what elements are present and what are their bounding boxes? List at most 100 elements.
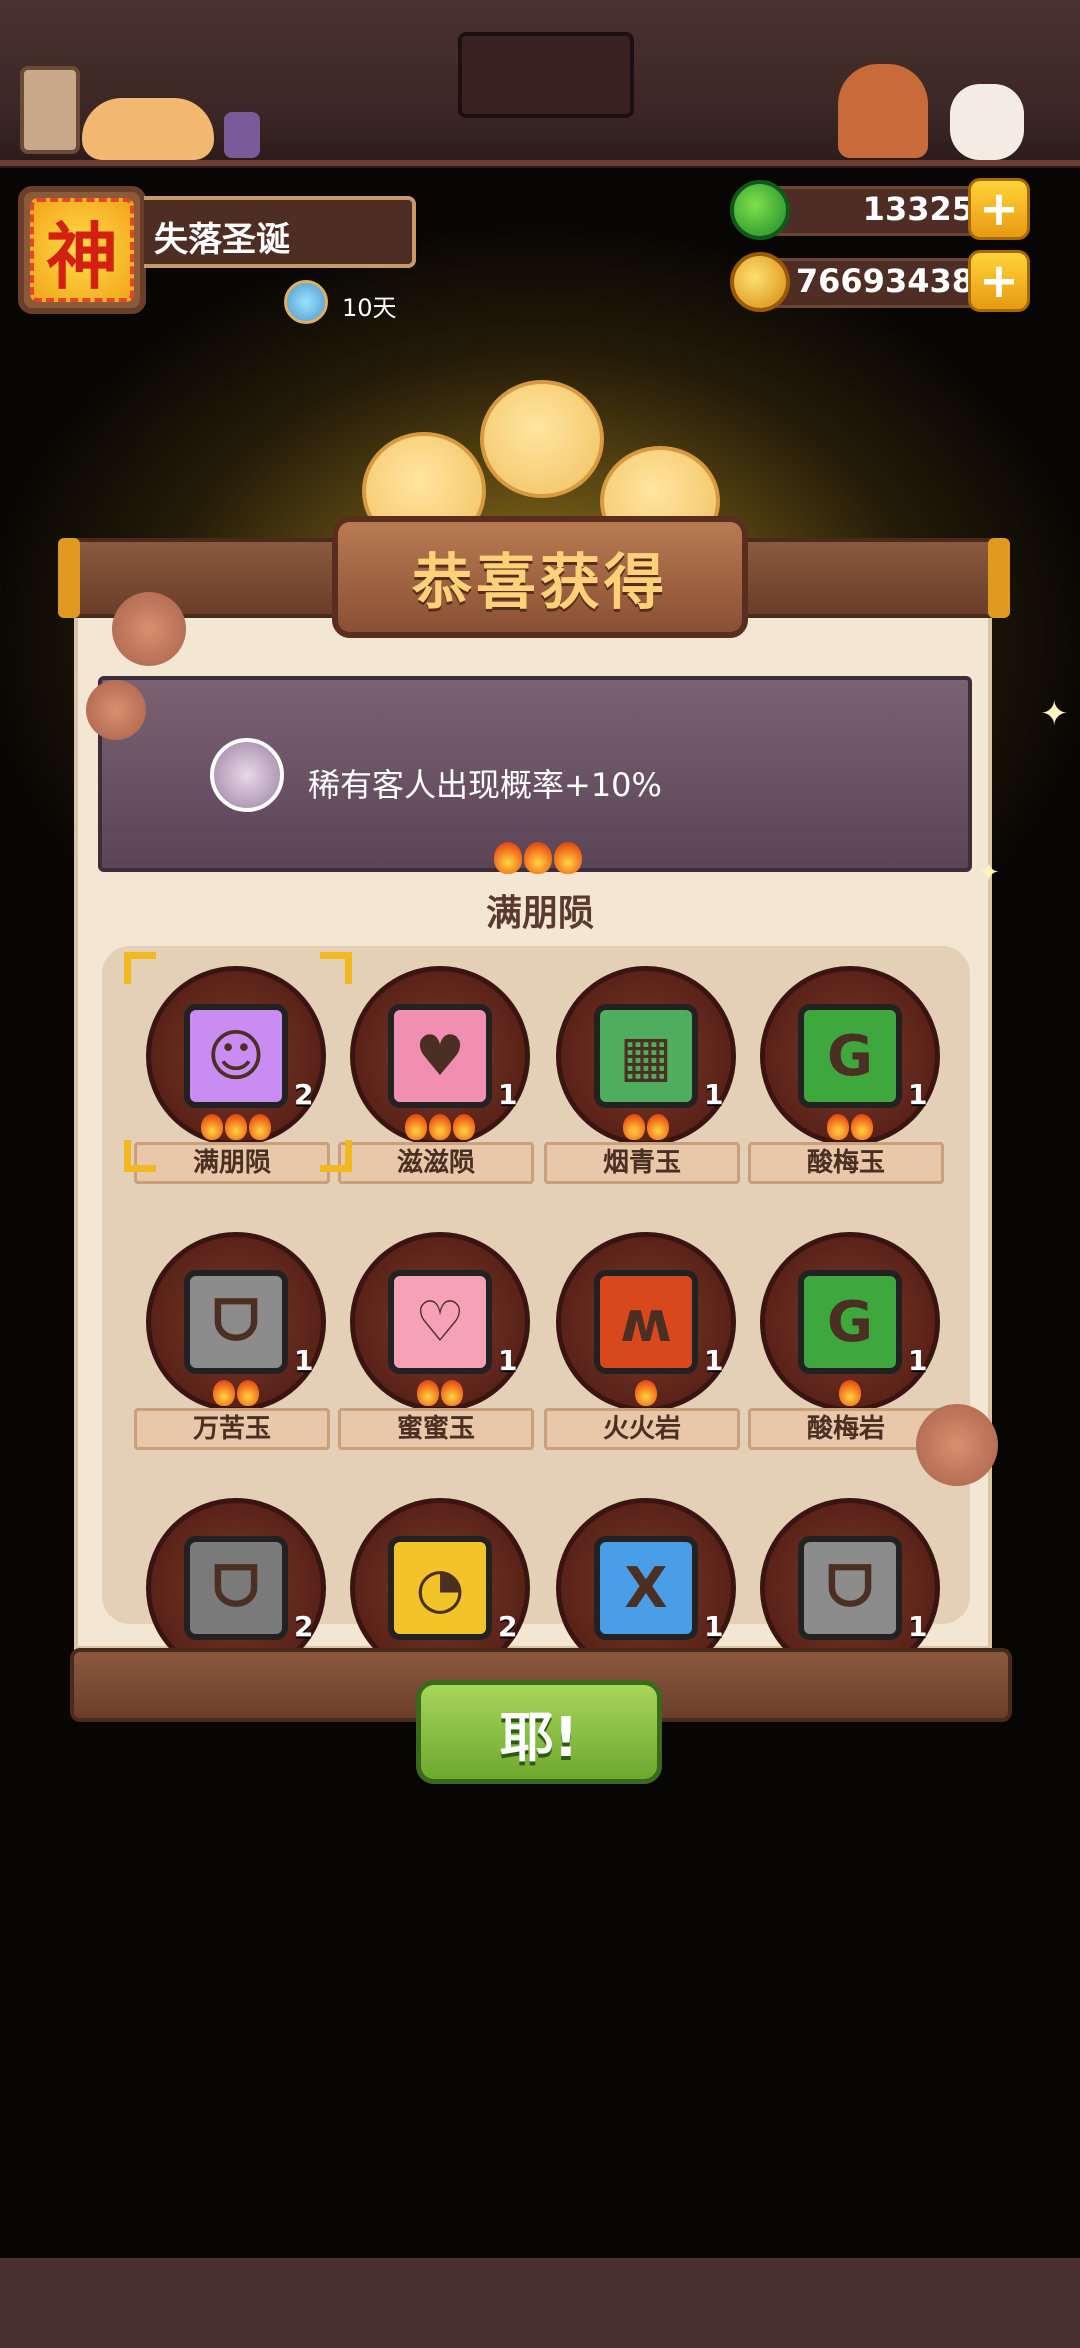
reward-item[interactable]: ▦ 1 烟青玉 [544,956,746,1186]
flower-ornament-icon [86,680,146,740]
item-flame-rating [340,1380,540,1406]
item-count: 2 [294,1610,314,1643]
flower-ornament-icon [916,1404,998,1486]
item-tile-icon: ᗜ [184,1536,288,1640]
cat-sleeping-icon [82,98,214,160]
jade-icon [730,180,790,240]
reward-item[interactable]: ᗜ 1 万苦玉 [134,1222,336,1452]
item-count: 2 [498,1610,518,1643]
flame-icon [225,1114,247,1140]
flame-icon [405,1114,427,1140]
avatar-character: 神 [30,198,134,302]
item-count: 2 [294,1078,314,1111]
item-flame-rating [340,1114,540,1140]
item-flame-rating [546,1114,746,1140]
item-tile-icon: ᗜ [798,1536,902,1640]
selection-corner [320,1140,352,1172]
item-name: 滋滋陨 [338,1142,534,1184]
item-count: 1 [908,1610,928,1643]
add-jade-button[interactable]: + [968,178,1030,240]
item-count: 1 [908,1078,928,1111]
flame-icon [635,1380,657,1406]
flame-icon [494,842,522,874]
flame-icon [237,1380,259,1406]
selection-corner [124,1140,156,1172]
reward-item[interactable]: G 1 酸梅玉 [748,956,950,1186]
item-tile-icon: ʍ [594,1270,698,1374]
jade-currency: 13325 + [730,178,1030,242]
item-name: 酸梅玉 [748,1142,944,1184]
rare-guest-icon [210,738,284,812]
item-count: 1 [498,1078,518,1111]
reward-item[interactable]: ʍ 1 火火岩 [544,1222,746,1452]
flame-icon [623,1114,645,1140]
item-count: 1 [498,1344,518,1377]
item-flame-rating [750,1114,950,1140]
item-name: 火火岩 [544,1408,740,1450]
days-globe-icon [284,280,328,324]
sparkle-icon: ✦ [1040,694,1069,734]
flame-icon [441,1380,463,1406]
reward-item[interactable]: ♡ 1 蜜蜜玉 [338,1222,540,1452]
flame-icon [647,1114,669,1140]
selection-corner [320,952,352,984]
item-tile-icon: ♥ [388,1004,492,1108]
reward-item[interactable]: ☺ 2 满朋陨 [134,956,336,1186]
jade-value: 13325 [862,190,974,228]
beam-cap [988,538,1010,618]
add-coin-button[interactable]: + [968,250,1030,312]
item-tile-icon: ꓫ [594,1536,698,1640]
player-name: 失落圣诞 [154,220,290,260]
item-count: 1 [704,1078,724,1111]
item-name: 万苦玉 [134,1408,330,1450]
chef-character-icon [838,64,928,158]
item-count: 1 [704,1610,724,1643]
white-cat-icon [950,84,1024,160]
flame-icon [827,1114,849,1140]
flame-icon [417,1380,439,1406]
coin-currency: 76693438 + [730,250,1030,314]
item-name: 烟青玉 [544,1142,740,1184]
item-name: 酸梅岩 [748,1408,944,1450]
raccoon-sign-icon [458,32,634,118]
item-tile-icon: ▦ [594,1004,698,1108]
item-tile-icon: G [798,1270,902,1374]
item-count: 1 [704,1344,724,1377]
popup-title: 恭喜获得 [412,547,668,618]
flame-icon [429,1114,451,1140]
item-tile-icon: ◔ [388,1536,492,1640]
shelf-edge [0,160,1080,166]
hanging-frame-icon [20,66,80,154]
player-name-plate: 失落圣诞 [144,196,416,268]
player-avatar[interactable]: 神 [18,186,146,314]
item-flame-rating [546,1380,746,1406]
buff-description: 稀有客人出现概率+10% [308,766,662,804]
coin-icon [730,252,790,312]
item-tile-icon: ♡ [388,1270,492,1374]
coin-value: 76693438 [795,262,974,300]
flame-icon [249,1114,271,1140]
item-tile-icon: G [798,1004,902,1108]
flame-icon [839,1380,861,1406]
confirm-button[interactable]: 耶! [416,1680,662,1784]
series-flame-rating [494,842,582,874]
selection-corner [124,952,156,984]
item-tile-icon: ᗜ [184,1270,288,1374]
flame-icon [524,842,552,874]
flame-icon [851,1114,873,1140]
reward-item[interactable]: G 1 酸梅岩 [748,1222,950,1452]
beam-cap [58,538,80,618]
days-count: 10天 [342,294,397,322]
item-name: 满朋陨 [134,1142,330,1184]
item-flame-rating [136,1380,336,1406]
item-count: 1 [294,1344,314,1377]
bottom-bar [0,2258,1080,2348]
item-name: 蜜蜜玉 [338,1408,534,1450]
flower-ornament-icon [112,592,186,666]
flame-icon [554,842,582,874]
flame-icon [453,1114,475,1140]
item-count: 1 [908,1344,928,1377]
reward-item[interactable]: ♥ 1 滋滋陨 [338,956,540,1186]
chick-icon [480,380,604,498]
item-flame-rating [750,1380,950,1406]
